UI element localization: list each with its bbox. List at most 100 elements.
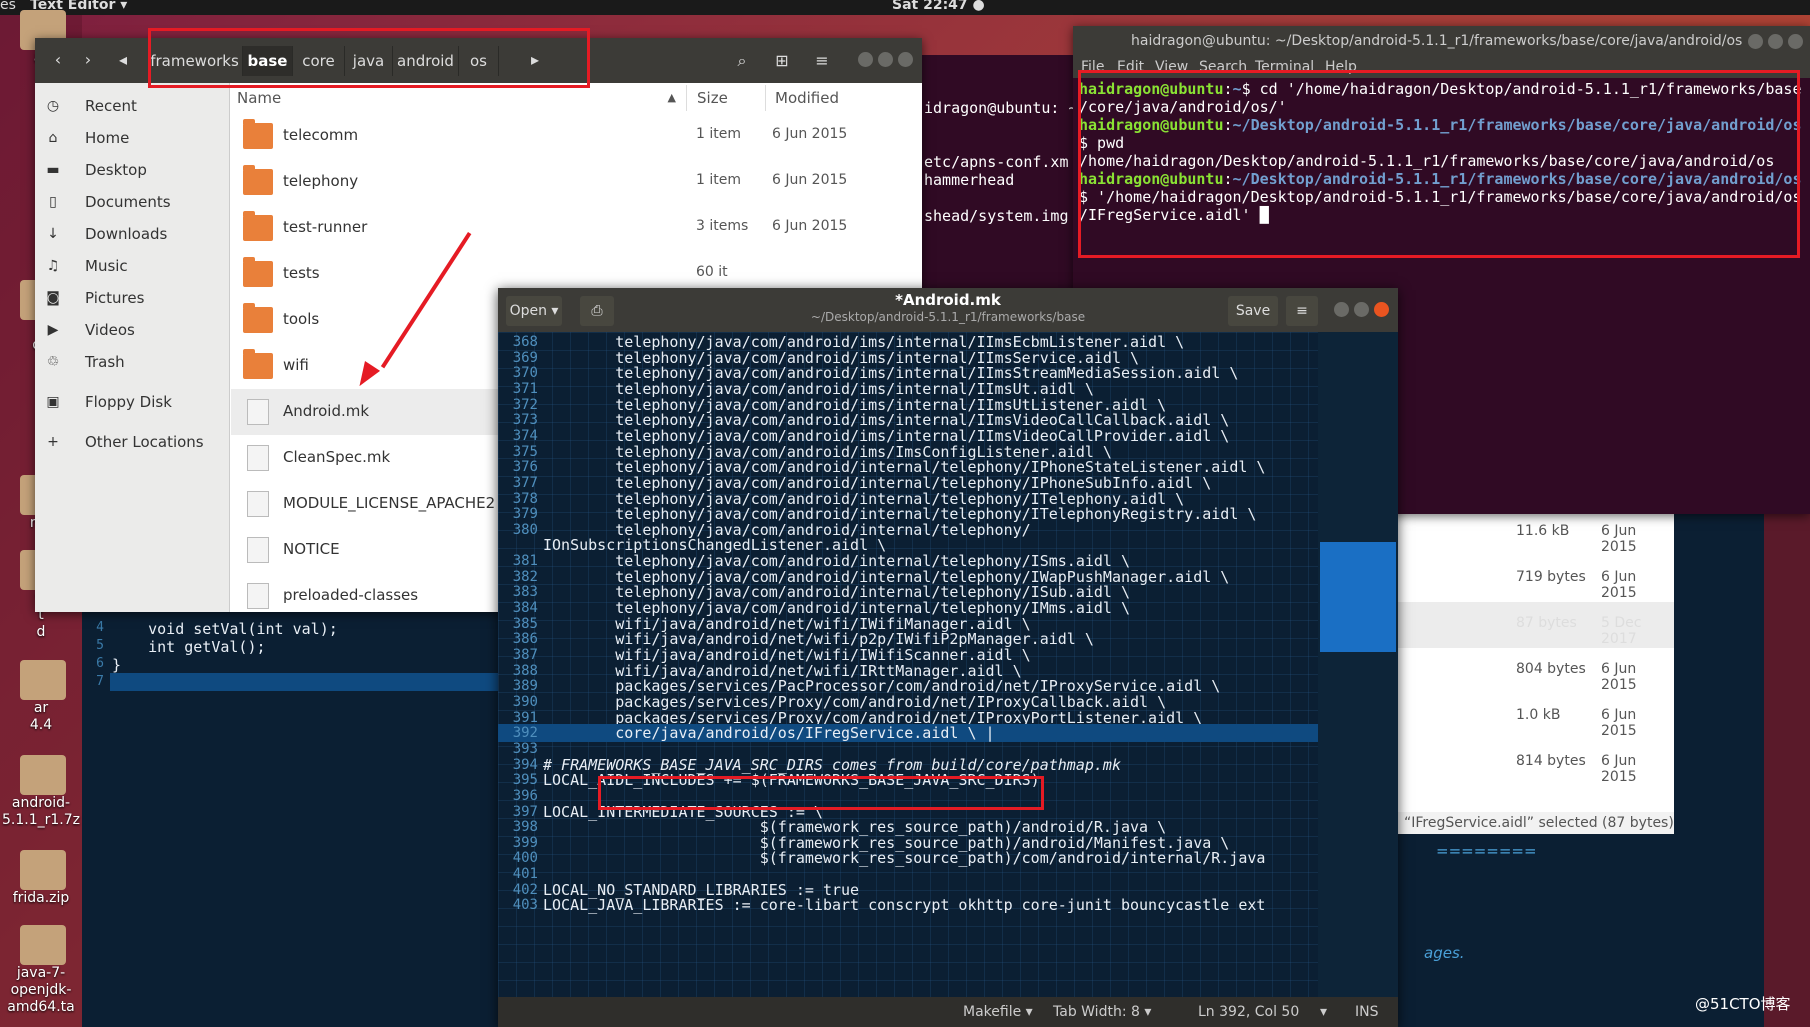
- terminal-line: hammerhead: [924, 171, 1015, 189]
- desktop-file-label[interactable]: android- 5.1.1_r1.7z: [0, 795, 82, 829]
- sidebar-item-label: Downloads: [85, 225, 168, 243]
- desktop-file-label[interactable]: java-7- openjdk- amd64.ta: [0, 965, 82, 1016]
- breadcrumb-highlight: [148, 28, 590, 88]
- file-icon: [247, 537, 269, 563]
- sidebar-item-home[interactable]: ⌂ Home: [35, 123, 230, 153]
- code-area[interactable]: 368 telephony/java/com/android/ims/inter…: [498, 332, 1318, 997]
- sidebar-item-pictures[interactable]: ◙ Pictures: [35, 283, 230, 313]
- top-panel-fragment: es: [0, 0, 16, 13]
- column-size[interactable]: Size: [691, 85, 766, 111]
- top-panel: es Text Editor ▾ Sat 22:47 ●: [0, 0, 1810, 15]
- file-row[interactable]: 719 bytes 6 Jun 2015: [1396, 556, 1674, 602]
- column-modified[interactable]: Modified: [769, 85, 919, 111]
- line-number: 4: [96, 620, 104, 635]
- close-button[interactable]: [1788, 34, 1803, 49]
- status-bar: “IFregService.aidl” selected (87 bytes): [1396, 812, 1674, 834]
- terminal-line: etc/apns-conf.xm: [924, 153, 1069, 171]
- file-modified: 6 Jun 2015: [1601, 569, 1637, 601]
- forward-button[interactable]: ›: [75, 46, 101, 74]
- menu-icon[interactable]: ≡: [805, 46, 839, 76]
- file-modified: 6 Jun 2015: [1601, 661, 1637, 693]
- editor-header: Open ▾ ⎙ *Android.mk ~/Desktop/android-5…: [498, 288, 1398, 332]
- sidebar-item-label: Music: [85, 257, 128, 275]
- background-editor-right: ======== ages.: [1396, 834, 1674, 1027]
- file-row[interactable]: 804 bytes 6 Jun 2015: [1396, 648, 1674, 694]
- maximize-button[interactable]: [878, 52, 893, 67]
- file-name: NOTICE: [283, 540, 340, 558]
- desktop-file-icon[interactable]: [20, 850, 66, 890]
- sidebar-item-downloads[interactable]: ↓ Downloads: [35, 219, 230, 249]
- desktop-file-label[interactable]: frida.zip: [0, 890, 82, 907]
- back-button[interactable]: ‹: [45, 46, 71, 74]
- home-icon: ⌂: [48, 130, 58, 146]
- maximize-button[interactable]: [1354, 302, 1369, 317]
- sidebar-item-label: Trash: [85, 353, 125, 371]
- file-row[interactable]: 1.0 kB 6 Jun 2015: [1396, 694, 1674, 740]
- close-button[interactable]: [898, 52, 913, 67]
- folder-icon: [243, 165, 273, 195]
- line-number: 5: [96, 638, 104, 653]
- file-row[interactable]: telephony 1 item 6 Jun 2015: [231, 159, 922, 205]
- grid-view-icon[interactable]: ⊞: [765, 46, 799, 76]
- sidebar-item-label: Other Locations: [85, 433, 204, 451]
- file-size: 11.6 kB: [1516, 523, 1570, 539]
- file-name: tests: [283, 264, 320, 282]
- editor-fragment: ages.: [1424, 944, 1465, 962]
- file-name: preloaded-classes: [283, 586, 419, 604]
- watermark: @51CTO博客: [1695, 995, 1791, 1013]
- mode-arrow-icon[interactable]: ▾: [1320, 997, 1327, 1027]
- crumb-left-arrow[interactable]: ◂: [113, 46, 133, 74]
- background-editor: 4 void setVal(int val); 5 int getVal(); 6}…: [82, 608, 502, 1027]
- sidebar-item-desktop[interactable]: ▬ Desktop: [35, 155, 230, 185]
- tab-width-selector[interactable]: Tab Width: 8 ▾: [1053, 997, 1151, 1027]
- search-icon[interactable]: ⌕: [725, 46, 759, 76]
- sidebar-item-recent[interactable]: ◷ Recent: [35, 91, 230, 121]
- desktop-file-icon[interactable]: [20, 925, 66, 965]
- file-size: 60 it: [696, 264, 728, 280]
- minimize-button[interactable]: [1334, 302, 1349, 317]
- sidebar-item-documents[interactable]: ▯ Documents: [35, 187, 230, 217]
- minimize-button[interactable]: [1748, 34, 1763, 49]
- sidebar-item-floppy-disk[interactable]: ▣ Floppy Disk: [35, 387, 230, 417]
- file-row[interactable]: test-runner 3 items 6 Jun 2015: [231, 205, 922, 251]
- sidebar-item-videos[interactable]: ▶ Videos: [35, 315, 230, 345]
- desktop-file-icon[interactable]: [20, 660, 66, 700]
- save-button[interactable]: Save: [1228, 296, 1278, 326]
- language-selector[interactable]: Makefile ▾: [963, 997, 1033, 1027]
- file-modified: 6 Jun 2015: [772, 126, 848, 142]
- file-modified: 5 Dec 2017: [1601, 615, 1642, 647]
- terminal-titlebar: haidragon@ubuntu: ~/Desktop/android-5.1.…: [1073, 26, 1810, 56]
- desktop-file-icon[interactable]: [20, 755, 66, 795]
- file-icon: [247, 583, 269, 609]
- file-name: telecomm: [283, 126, 359, 144]
- folder-icon: ▬: [46, 162, 60, 178]
- menu-icon[interactable]: ≡: [1286, 296, 1318, 326]
- sidebar-item-label: Videos: [85, 321, 135, 339]
- file-icon: [247, 491, 269, 517]
- file-name: CleanSpec.mk: [283, 448, 391, 466]
- editor-fragment: ========: [1436, 842, 1537, 860]
- sidebar-item-other-locations[interactable]: + Other Locations: [35, 427, 230, 457]
- terminal-title: haidragon@ubuntu: ~/Desktop/android-5.1.…: [1131, 33, 1743, 49]
- desktop-file-label[interactable]: ar 4.4: [0, 700, 82, 734]
- minimap-viewport[interactable]: [1320, 542, 1396, 652]
- folder-icon: [243, 349, 273, 379]
- folder-icon: [243, 119, 273, 149]
- sidebar-item-music[interactable]: ♫ Music: [35, 251, 230, 281]
- file-name: tools: [283, 310, 320, 328]
- maximize-button[interactable]: [1768, 34, 1783, 49]
- file-row[interactable]: 87 bytes 5 Dec 2017: [1396, 602, 1674, 648]
- file-row[interactable]: telecomm 1 item 6 Jun 2015: [231, 113, 922, 159]
- terminal-line: shead/system.img: [924, 207, 1069, 225]
- minimap[interactable]: [1318, 332, 1398, 997]
- code-line-highlight: [598, 776, 1044, 810]
- close-button[interactable]: [1374, 302, 1389, 317]
- sidebar-item-trash[interactable]: ♲ Trash: [35, 347, 230, 377]
- minimize-button[interactable]: [858, 52, 873, 67]
- file-row[interactable]: 814 bytes 6 Jun 2015: [1396, 740, 1674, 786]
- clock[interactable]: Sat 22:47 ●: [892, 0, 985, 13]
- column-name[interactable]: Name ▲: [237, 85, 687, 111]
- sidebar-item-label: Home: [85, 129, 130, 147]
- folder-icon: [243, 303, 273, 333]
- file-row[interactable]: 11.6 kB 6 Jun 2015: [1396, 510, 1674, 556]
